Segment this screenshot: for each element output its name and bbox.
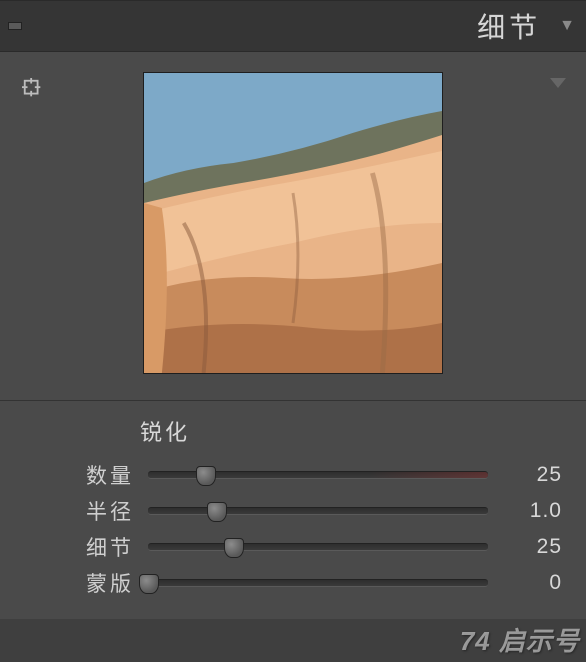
slider-row-detail: 细节 25 — [24, 529, 562, 565]
panel-toggle-switch[interactable] — [8, 16, 22, 36]
slider-value-masking[interactable]: 0 — [488, 571, 562, 595]
panel-header: 细节 ▼ — [0, 0, 586, 52]
detail-zoom-picker-icon[interactable] — [22, 78, 44, 100]
slider-value-radius[interactable]: 1.0 — [488, 499, 562, 523]
slider-label-detail: 细节 — [24, 532, 148, 562]
sharpening-section: 锐化 数量 25 半径 1.0 细节 25 蒙版 — [0, 401, 586, 619]
slider-row-radius: 半径 1.0 — [24, 493, 562, 529]
preview-section — [0, 52, 586, 401]
slider-value-detail[interactable]: 25 — [488, 535, 562, 559]
slider-label-amount: 数量 — [24, 460, 148, 490]
slider-radius[interactable] — [148, 507, 488, 515]
slider-label-radius: 半径 — [24, 496, 148, 526]
panel-expand-icon[interactable]: ▼ — [559, 17, 572, 35]
slider-value-amount[interactable]: 25 — [488, 463, 562, 487]
slider-detail[interactable] — [148, 543, 488, 551]
slider-thumb-detail[interactable] — [224, 538, 244, 558]
preview-collapse-icon[interactable] — [550, 78, 566, 88]
slider-thumb-masking[interactable] — [139, 574, 159, 594]
slider-row-masking: 蒙版 0 — [24, 565, 562, 601]
sharpening-title: 锐化 — [140, 415, 562, 447]
slider-masking[interactable] — [148, 579, 488, 587]
slider-thumb-radius[interactable] — [207, 502, 227, 522]
slider-label-masking: 蒙版 — [24, 568, 148, 598]
slider-row-amount: 数量 25 — [24, 457, 562, 493]
slider-amount[interactable] — [148, 471, 488, 479]
detail-preview[interactable] — [143, 72, 443, 374]
detail-panel: 细节 ▼ — [0, 0, 586, 662]
panel-title: 细节 — [477, 6, 541, 46]
slider-thumb-amount[interactable] — [196, 466, 216, 486]
